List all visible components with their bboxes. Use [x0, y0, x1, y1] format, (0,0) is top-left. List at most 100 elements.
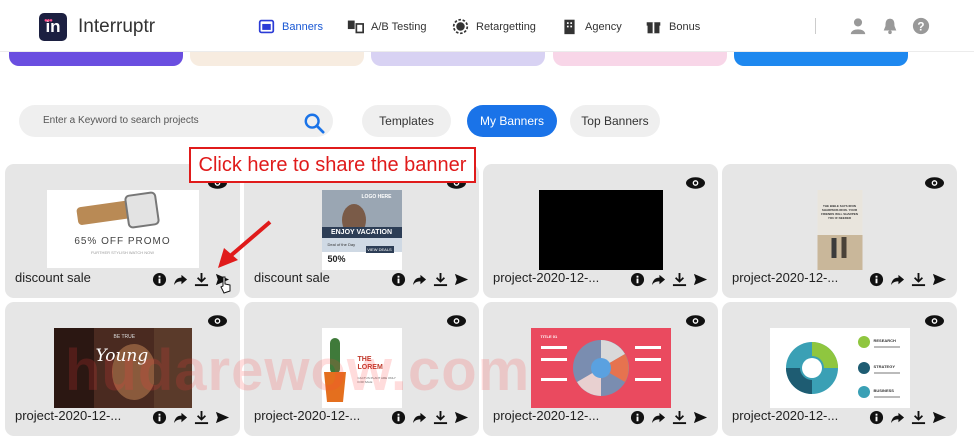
- send-icon[interactable]: [693, 410, 708, 425]
- color-card-purple[interactable]: [9, 52, 183, 66]
- annotation-callout: Click here to share the banner: [189, 147, 476, 183]
- send-icon[interactable]: [932, 272, 947, 287]
- banner-thumbnail[interactable]: TITLE 01: [530, 328, 671, 408]
- nav-bonus[interactable]: Bonus: [645, 18, 700, 35]
- share-icon[interactable]: [890, 272, 905, 287]
- retargetting-icon: [452, 18, 469, 35]
- banner-icon: [258, 19, 275, 34]
- tab-top-banners[interactable]: Top Banners: [570, 105, 660, 137]
- banner-card[interactable]: RESEARCH STRATEGY BUSINESS project-2020-…: [722, 302, 957, 436]
- info-icon[interactable]: [391, 410, 406, 425]
- color-card-peach[interactable]: [190, 52, 364, 66]
- banner-title: project-2020-12-...: [732, 270, 839, 285]
- share-icon[interactable]: [890, 410, 905, 425]
- preview-eye-icon[interactable]: [686, 315, 705, 327]
- download-icon[interactable]: [194, 410, 209, 425]
- banner-title: project-2020-12-...: [732, 408, 839, 423]
- banner-actions: [630, 410, 708, 425]
- share-icon[interactable]: [412, 410, 427, 425]
- ab-testing-icon: [347, 20, 364, 34]
- preview-eye-icon[interactable]: [925, 177, 944, 189]
- gift-icon: [646, 22, 661, 34]
- preview-eye-icon[interactable]: [447, 315, 466, 327]
- banner-card[interactable]: Young BE TRUE project-2020-12-...: [5, 302, 240, 436]
- thumb-headline: TITLE 01: [540, 334, 558, 339]
- info-icon[interactable]: [869, 272, 884, 287]
- share-icon[interactable]: [651, 410, 666, 425]
- banner-actions: [391, 410, 469, 425]
- watch-image: [46, 190, 199, 268]
- app-name: Interruptr: [78, 16, 156, 37]
- nav-ab-testing[interactable]: A/B Testing: [347, 18, 426, 35]
- nav-label: Agency: [585, 20, 622, 33]
- infographic-image: [530, 328, 671, 408]
- download-icon[interactable]: [672, 272, 687, 287]
- banner-actions: [869, 410, 947, 425]
- app-logo[interactable]: ●●● in: [39, 13, 67, 41]
- thumb-headline: THE LOREM: [357, 356, 383, 371]
- search-input[interactable]: Enter a Keyword to search projects: [43, 115, 199, 126]
- nav-banners[interactable]: Banners: [258, 18, 323, 35]
- info-icon[interactable]: [152, 410, 167, 425]
- send-icon[interactable]: [215, 410, 230, 425]
- share-icon[interactable]: [651, 272, 666, 287]
- download-icon[interactable]: [194, 272, 209, 287]
- banner-thumbnail[interactable]: LOGO HERE ENJOY VACATION Deal of the Day…: [321, 190, 402, 270]
- banner-thumbnail[interactable]: THE BIBLE SAYS IRON SHARPENS IRON. YOUR …: [817, 190, 862, 270]
- nav-agency[interactable]: Agency: [561, 18, 622, 35]
- bell-icon[interactable]: [881, 17, 899, 35]
- download-icon[interactable]: [672, 410, 687, 425]
- tab-my-banners[interactable]: My Banners: [467, 105, 557, 137]
- nav-label: Retargetting: [476, 20, 536, 33]
- nav-retargetting[interactable]: Retargetting: [452, 18, 536, 35]
- tab-templates[interactable]: Templates: [362, 105, 451, 137]
- banner-title: project-2020-12-...: [493, 408, 600, 423]
- share-icon[interactable]: [173, 410, 188, 425]
- color-card-lavender[interactable]: [371, 52, 545, 66]
- nav-divider: [815, 18, 816, 34]
- help-icon[interactable]: ?: [912, 17, 930, 35]
- banner-card[interactable]: 65% OFF PROMO FURTHER STYLISH WATCH NOW …: [5, 164, 240, 298]
- info-icon[interactable]: [630, 410, 645, 425]
- banner-card[interactable]: TITLE 01 project-2020-12-...: [483, 302, 718, 436]
- search-bar[interactable]: Enter a Keyword to search projects: [19, 105, 333, 137]
- banner-thumbnail[interactable]: THE LOREM CACTUS PLANT ARE ONLY FOR SALE: [321, 328, 402, 408]
- download-icon[interactable]: [911, 410, 926, 425]
- user-icon[interactable]: [849, 17, 867, 35]
- banner-thumbnail[interactable]: 65% OFF PROMO FURTHER STYLISH WATCH NOW: [46, 190, 199, 268]
- preview-eye-icon[interactable]: [686, 177, 705, 189]
- banner-card[interactable]: LOGO HERE ENJOY VACATION Deal of the Day…: [244, 164, 479, 298]
- thumb-step-3: BUSINESS: [873, 388, 894, 393]
- info-icon[interactable]: [152, 272, 167, 287]
- banner-thumbnail[interactable]: Young BE TRUE: [53, 328, 192, 408]
- share-icon[interactable]: [173, 272, 188, 287]
- download-icon[interactable]: [433, 272, 448, 287]
- preview-eye-icon[interactable]: [208, 315, 227, 327]
- send-icon[interactable]: [693, 272, 708, 287]
- banner-title: discount sale: [15, 270, 91, 285]
- banner-title: project-2020-12-...: [15, 408, 122, 423]
- color-card-blue[interactable]: [734, 52, 908, 66]
- color-card-pink[interactable]: [553, 52, 727, 66]
- banner-thumbnail[interactable]: RESEARCH STRATEGY BUSINESS: [769, 328, 910, 408]
- preview-eye-icon[interactable]: [925, 315, 944, 327]
- thumb-headline: 65% OFF PROMO: [74, 236, 171, 247]
- download-icon[interactable]: [911, 272, 926, 287]
- annotation-arrow-icon: [218, 220, 272, 268]
- banner-actions: [630, 272, 708, 287]
- banner-actions: [152, 410, 230, 425]
- send-icon[interactable]: [454, 410, 469, 425]
- share-icon[interactable]: [412, 272, 427, 287]
- download-icon[interactable]: [433, 410, 448, 425]
- info-icon[interactable]: [391, 272, 406, 287]
- search-icon[interactable]: [303, 112, 325, 134]
- send-icon[interactable]: [932, 410, 947, 425]
- info-icon[interactable]: [869, 410, 884, 425]
- nav-label: Bonus: [669, 20, 701, 33]
- banner-card[interactable]: THE LOREM CACTUS PLANT ARE ONLY FOR SALE…: [244, 302, 479, 436]
- banner-card[interactable]: THE BIBLE SAYS IRON SHARPENS IRON. YOUR …: [722, 164, 957, 298]
- banner-thumbnail[interactable]: [538, 190, 663, 270]
- banner-card[interactable]: project-2020-12-...: [483, 164, 718, 298]
- send-icon[interactable]: [454, 272, 469, 287]
- info-icon[interactable]: [630, 272, 645, 287]
